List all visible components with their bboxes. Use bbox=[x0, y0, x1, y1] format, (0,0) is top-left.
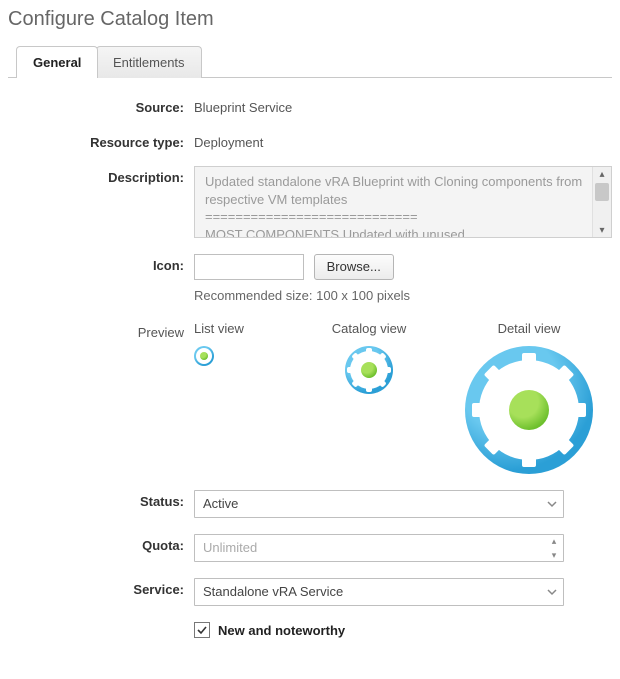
quota-label: Quota: bbox=[8, 534, 194, 553]
source-label: Source: bbox=[8, 96, 194, 115]
page-title: Configure Catalog Item bbox=[8, 8, 612, 31]
chevron-down-icon: ▾ bbox=[593, 223, 611, 237]
icon-path-input[interactable] bbox=[194, 254, 304, 280]
service-select[interactable]: Standalone vRA Service bbox=[194, 578, 564, 606]
preview-list-label: List view bbox=[194, 321, 244, 336]
preview-detail-label: Detail view bbox=[498, 321, 561, 336]
icon-label: Icon: bbox=[8, 254, 194, 273]
chevron-up-icon: ▴ bbox=[593, 167, 611, 181]
new-and-noteworthy-checkbox[interactable] bbox=[194, 622, 210, 638]
gear-icon bbox=[194, 346, 214, 366]
new-and-noteworthy-label[interactable]: New and noteworthy bbox=[218, 623, 345, 638]
tab-general[interactable]: General bbox=[16, 46, 98, 78]
service-label: Service: bbox=[8, 578, 194, 597]
resource-type-value: Deployment bbox=[194, 131, 612, 150]
check-icon bbox=[196, 624, 208, 636]
status-select[interactable]: Active bbox=[194, 490, 564, 518]
source-value: Blueprint Service bbox=[194, 96, 612, 115]
description-label: Description: bbox=[8, 166, 194, 185]
quota-stepper[interactable]: Unlimited bbox=[194, 534, 564, 562]
tab-strip: General Entitlements bbox=[8, 45, 612, 78]
tab-entitlements[interactable]: Entitlements bbox=[96, 46, 202, 78]
icon-hint: Recommended size: 100 x 100 pixels bbox=[194, 288, 612, 303]
description-textarea[interactable]: Updated standalone vRA Blueprint with Cl… bbox=[194, 166, 612, 238]
description-scrollbar[interactable]: ▴ ▾ bbox=[592, 167, 611, 237]
preview-catalog-label: Catalog view bbox=[332, 321, 406, 336]
scroll-thumb[interactable] bbox=[595, 183, 609, 201]
status-label: Status: bbox=[8, 490, 194, 509]
gear-icon bbox=[465, 346, 593, 474]
resource-type-label: Resource type: bbox=[8, 131, 194, 150]
browse-button[interactable]: Browse... bbox=[314, 254, 394, 280]
preview-label: Preview bbox=[8, 321, 194, 340]
gear-icon bbox=[345, 346, 393, 394]
